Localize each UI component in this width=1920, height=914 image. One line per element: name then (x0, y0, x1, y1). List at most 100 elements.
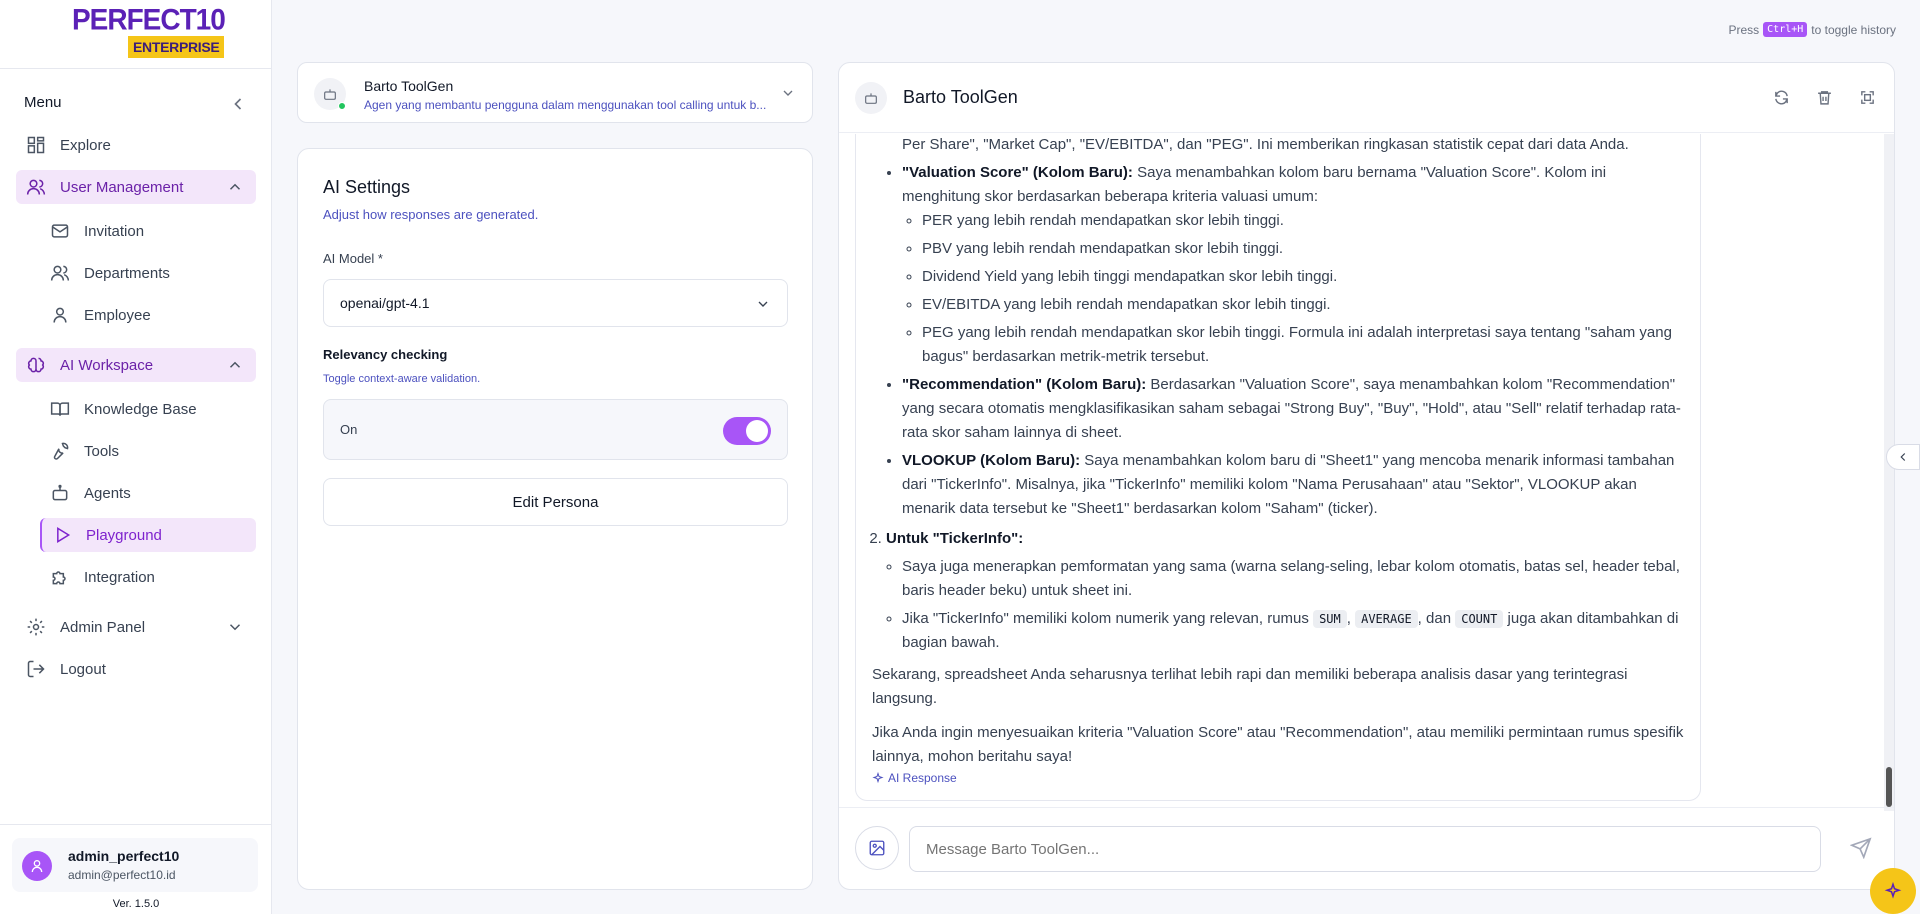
separator: , dan (1417, 610, 1452, 627)
user-email: admin@perfect10.id (68, 868, 176, 882)
inline-code: AVERAGE (1355, 610, 1418, 628)
user-icon (31, 860, 43, 873)
gear-icon (26, 617, 46, 637)
inline-code: SUM (1313, 610, 1347, 628)
list-item-text: Jika "TickerInfo" memiliki kolom numerik… (902, 610, 1309, 627)
history-drawer-toggle[interactable] (1886, 444, 1920, 470)
nav-group-user-management[interactable]: User Management (16, 170, 256, 204)
wrench-icon (50, 441, 70, 461)
chevron-down-icon (780, 85, 796, 101)
nav-item-logout[interactable]: Logout (16, 652, 256, 686)
ordered-list-item: Untuk "TickerInfo": Saya juga menerapkan… (886, 527, 1684, 655)
message-input[interactable] (909, 826, 1821, 872)
nav-item-integration[interactable]: Integration (40, 560, 256, 594)
bold-label: VLOOKUP (Kolom Baru): (902, 452, 1081, 469)
brain-icon (26, 355, 46, 375)
nav-label: User Management (60, 178, 184, 196)
list-item: VLOOKUP (Kolom Baru): Saya menambahkan k… (902, 449, 1684, 521)
settings-subtitle: Adjust how responses are generated. (323, 207, 539, 222)
list: "Valuation Score" (Kolom Baru): Saya men… (872, 161, 1684, 521)
nav-group-admin-panel[interactable]: Admin Panel (16, 610, 256, 644)
fullscreen-icon[interactable] (1859, 89, 1876, 106)
ai-settings-panel: AI Settings Adjust how responses are gen… (297, 148, 813, 890)
users-icon (50, 263, 70, 283)
nav-label: Admin Panel (60, 618, 146, 636)
chat-title: Barto ToolGen (903, 87, 1018, 107)
edit-persona-button[interactable]: Edit Persona (323, 478, 788, 526)
ai-response-text: AI Response (888, 771, 957, 785)
chevron-down-icon (755, 296, 771, 312)
online-status-dot (338, 102, 346, 110)
nav-label: Logout (60, 660, 106, 678)
list-item: Saya juga menerapkan pemformatan yang sa… (902, 555, 1684, 603)
trash-icon[interactable] (1816, 89, 1833, 106)
ai-model-select[interactable]: openai/gpt-4.1 (323, 279, 788, 327)
bold-label: "Recommendation" (Kolom Baru): (902, 376, 1147, 393)
assistant-fab-button[interactable] (1870, 868, 1916, 914)
list-item: "Recommendation" (Kolom Baru): Berdasark… (902, 373, 1684, 445)
relevancy-toggle-row: On (323, 399, 788, 460)
ai-model-value: openai/gpt-4.1 (340, 295, 430, 311)
criteria-list: PER yang lebih rendah mendapatkan skor l… (902, 209, 1684, 369)
refresh-icon[interactable] (1773, 89, 1790, 106)
nav-group-ai-workspace[interactable]: AI Workspace (16, 348, 256, 382)
chevron-left-icon (1900, 453, 1906, 461)
nav-item-departments[interactable]: Departments (40, 256, 256, 290)
list-item: "Valuation Score" (Kolom Baru): Saya men… (902, 161, 1684, 369)
toggle-history-hint: Press Ctrl+H to toggle history (1728, 22, 1896, 37)
nav-label: AI Workspace (60, 356, 154, 374)
nav-item-tools[interactable]: Tools (40, 434, 256, 468)
hint-prefix: Press (1728, 22, 1760, 37)
send-icon[interactable] (1850, 837, 1872, 859)
partial-text: Per Share", "Market Cap", "EV/EBITDA", d… (902, 136, 1629, 153)
mail-icon (50, 221, 70, 241)
message-list[interactable]: Per Share", "Market Cap", "EV/EBITDA", d… (839, 134, 1879, 809)
toggle-state-label: On (340, 422, 358, 437)
relevancy-subtitle: Toggle context-aware validation. (323, 373, 481, 385)
logout-icon (26, 659, 46, 679)
user-profile-card[interactable]: admin_perfect10 admin@perfect10.id (12, 838, 258, 892)
nav-item-invitation[interactable]: Invitation (40, 214, 256, 248)
book-icon (50, 399, 70, 419)
puzzle-icon (50, 567, 70, 587)
nav-label: Tools (84, 442, 120, 460)
chat-scrollbar[interactable] (1884, 134, 1894, 811)
agent-selector[interactable]: Barto ToolGen Agen yang membantu penggun… (297, 62, 813, 123)
nav-label: Knowledge Base (84, 400, 197, 418)
user-name: admin_perfect10 (68, 848, 180, 864)
nav-label: Invitation (84, 222, 145, 240)
nav-label: Explore (60, 136, 111, 154)
hint-suffix: to toggle history (1811, 22, 1896, 37)
nav-item-explore[interactable]: Explore (16, 128, 256, 162)
scrollbar-thumb[interactable] (1886, 767, 1892, 807)
criteria-item: EV/EBITDA yang lebih rendah mendapatkan … (922, 293, 1684, 317)
inline-code: COUNT (1455, 610, 1504, 628)
paragraph: Jika Anda ingin menyesuaikan kriteria "V… (872, 724, 1684, 765)
play-icon (52, 525, 72, 545)
agent-name: Barto ToolGen (364, 78, 454, 94)
nav-item-playground[interactable]: Playground (40, 518, 256, 552)
relevancy-toggle[interactable] (723, 417, 771, 445)
chat-header: Barto ToolGen (839, 63, 1894, 133)
user-icon (50, 305, 70, 325)
app-version: Ver. 1.5.0 (112, 898, 160, 910)
sparkle-icon (1884, 882, 1902, 899)
nav-label: Departments (84, 264, 170, 282)
brand-logo[interactable]: PERFECT10 ENTERPRISE (70, 3, 226, 62)
attach-image-button[interactable] (855, 826, 899, 870)
chat-panel: Barto ToolGen Per Share", "Market Cap", … (838, 62, 1895, 890)
collapse-sidebar-icon[interactable] (228, 94, 248, 114)
nav-item-agents[interactable]: Agents (40, 476, 256, 510)
separator: , (1346, 610, 1351, 627)
hint-shortcut-key: Ctrl+H (1763, 22, 1808, 37)
ordered-list: Untuk "TickerInfo": Saya juga menerapkan… (872, 527, 1684, 655)
users-icon (26, 177, 46, 197)
nav-label: Employee (84, 306, 151, 324)
chat-actions (1773, 89, 1876, 106)
ai-response-label: AI Response (872, 766, 957, 790)
nav-label: Playground (86, 526, 162, 544)
nav-item-knowledge-base[interactable]: Knowledge Base (40, 392, 256, 426)
criteria-item: Dividend Yield yang lebih tinggi mendapa… (922, 265, 1684, 289)
nav-item-employee[interactable]: Employee (40, 298, 256, 332)
bot-icon (855, 82, 887, 114)
